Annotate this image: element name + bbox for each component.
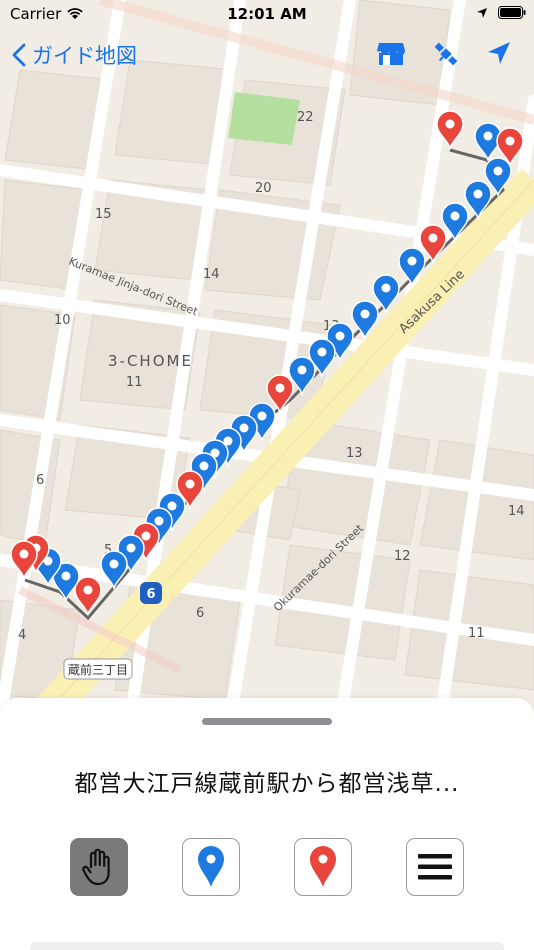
blue-pin-icon (198, 846, 224, 887)
station-label: 蔵前三丁目 (68, 662, 128, 677)
location-arrow-icon[interactable] (486, 40, 512, 66)
district-label: 3-CHOME (108, 352, 193, 370)
bottom-sheet: 都営大江戸線蔵前駅から都営浅草... (0, 698, 534, 950)
map-view[interactable]: 22 20 15 14 10 3-CHOME 11 13 13 6 5 4 6 … (0, 0, 534, 720)
satellite-icon[interactable] (432, 40, 460, 68)
block-number: 14 (203, 267, 220, 282)
back-label: ガイド地図 (32, 44, 137, 68)
hand-icon (82, 848, 110, 886)
hamburger-menu-icon (418, 854, 452, 880)
back-button[interactable]: ガイド地図 (12, 40, 137, 70)
navigation-bar: ガイド地図 (0, 34, 534, 78)
status-bar: Carrier 12:01 AM (0, 0, 534, 28)
route-badge: 6 (140, 582, 162, 604)
block-number: 22 (297, 110, 314, 125)
block-number: 6 (36, 473, 44, 488)
battery-icon (498, 6, 526, 19)
block-number: 11 (126, 375, 143, 390)
station-marker[interactable]: 蔵前三丁目 (63, 658, 133, 680)
red-pin-tool-button[interactable] (294, 838, 352, 896)
park-area (228, 92, 300, 145)
block-number: 12 (394, 549, 411, 564)
block-number: 4 (18, 628, 26, 643)
block-number: 15 (95, 207, 112, 222)
route-title: 都営大江戸線蔵前駅から都営浅草... (74, 771, 460, 797)
wifi-icon (67, 8, 83, 19)
status-right (476, 6, 526, 19)
block-number: 20 (255, 181, 272, 196)
red-pin-icon (310, 846, 336, 887)
block-number: 14 (508, 504, 525, 519)
block-number: 10 (54, 313, 71, 328)
menu-button[interactable] (406, 838, 464, 896)
chevron-left-icon (12, 43, 26, 67)
block-number: 13 (346, 446, 363, 461)
blue-pin-tool-button[interactable] (182, 838, 240, 896)
home-indicator-area (30, 942, 504, 950)
location-services-icon (477, 7, 487, 18)
block-number: 6 (196, 606, 204, 621)
block-number: 11 (468, 626, 485, 641)
hand-tool-button[interactable] (70, 838, 128, 896)
sheet-grabber[interactable] (202, 718, 332, 725)
store-icon[interactable] (376, 40, 406, 68)
svg-text:6: 6 (146, 587, 155, 602)
